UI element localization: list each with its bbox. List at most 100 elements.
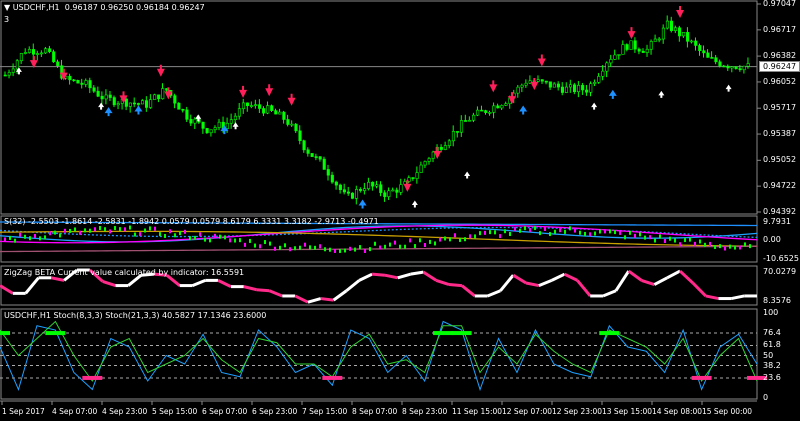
s32-bar xyxy=(224,235,226,240)
candle xyxy=(641,50,645,53)
s32-bar xyxy=(494,230,496,235)
candle xyxy=(189,119,193,124)
s32-bar xyxy=(724,246,726,251)
stoch-tick: 100 xyxy=(763,308,779,317)
candle xyxy=(617,54,621,56)
s32-bar xyxy=(74,227,76,232)
candle xyxy=(185,109,189,120)
candle xyxy=(330,174,334,183)
price-tick: 0.95052 xyxy=(763,155,797,165)
chart-title: ▼ USDCHF,H1 0.96187 0.96250 0.96184 0.96… xyxy=(4,3,205,12)
candle xyxy=(302,140,306,151)
sell-arrow-icon xyxy=(239,85,248,98)
s32-bar xyxy=(304,242,306,247)
time-tick: 4 Sep 07:00 xyxy=(52,407,98,416)
s32-bar xyxy=(689,237,691,242)
candle xyxy=(40,52,44,55)
buy-arrow-icon xyxy=(104,107,113,117)
candle xyxy=(76,79,80,84)
zigzag-segment xyxy=(563,272,579,282)
s32-bar xyxy=(519,228,521,233)
symbol-label: USDCHF,H1 xyxy=(12,3,60,12)
s32-bar xyxy=(569,226,571,231)
chart-canvas[interactable] xyxy=(0,0,800,421)
zigzag-segment xyxy=(627,269,643,282)
candle xyxy=(625,44,629,50)
s32-bar xyxy=(39,236,41,241)
candle xyxy=(714,57,718,63)
s32-bar xyxy=(744,242,746,247)
time-tick: 1 Sep 2017 xyxy=(2,407,45,416)
pane-frame-3 xyxy=(0,308,758,400)
s32-bar xyxy=(544,226,546,231)
candle xyxy=(359,189,363,191)
candle xyxy=(177,102,181,110)
s32-bar xyxy=(499,234,501,239)
s32-tick: -10.6525 xyxy=(763,254,799,263)
candle xyxy=(746,63,750,67)
s32-bar xyxy=(629,230,631,235)
s32-bar xyxy=(104,227,106,232)
candle xyxy=(459,120,464,133)
candle xyxy=(201,121,205,129)
s32-bar xyxy=(654,238,656,243)
zigzag-segment xyxy=(0,284,14,295)
price-tick: 0.97047 xyxy=(763,0,797,8)
candle xyxy=(383,192,387,197)
candle xyxy=(282,111,286,120)
price-tick: 0.96717 xyxy=(763,24,797,34)
s32-bar xyxy=(559,228,561,233)
candle xyxy=(605,62,609,72)
candle xyxy=(72,79,76,82)
s32-bar xyxy=(644,235,646,240)
s32-signal-line xyxy=(0,225,758,243)
candle xyxy=(68,75,72,81)
s32-bar xyxy=(664,238,666,243)
candle xyxy=(609,59,613,64)
candle xyxy=(108,94,112,98)
candle xyxy=(205,128,209,134)
s32-bar xyxy=(444,236,446,241)
candle xyxy=(157,94,161,100)
zigzag-tick: 8.3576 xyxy=(763,296,791,305)
current-price-label: 0.96247 xyxy=(759,61,800,72)
s32-bar xyxy=(714,245,716,250)
zigzag-segment xyxy=(460,284,476,298)
s32-bar xyxy=(694,241,696,246)
candle xyxy=(3,74,7,77)
stoch-line xyxy=(0,320,758,383)
zigzag-segment xyxy=(512,273,527,285)
price-tick: 0.95717 xyxy=(763,103,797,113)
s32-bar xyxy=(49,231,51,236)
candle xyxy=(649,41,653,50)
s32-bar xyxy=(439,237,441,242)
candle xyxy=(536,79,540,82)
s32-bar xyxy=(594,231,596,236)
s32-bar xyxy=(79,230,81,235)
candle xyxy=(645,48,649,53)
s32-bar xyxy=(54,230,56,235)
candle xyxy=(573,84,577,93)
candle xyxy=(476,109,480,116)
s32-bar xyxy=(44,235,46,240)
candle xyxy=(468,119,472,122)
s32-bar xyxy=(274,246,276,251)
time-tick: 13 Sep 15:00 xyxy=(602,407,653,416)
candle xyxy=(661,27,665,40)
s32-bar xyxy=(414,244,416,249)
candle xyxy=(124,98,128,107)
s32-bar xyxy=(229,238,231,243)
zigzag-segment xyxy=(268,289,283,298)
candle xyxy=(443,145,447,150)
zigzag-segment xyxy=(320,297,334,302)
time-tick: 8 Sep 23:00 xyxy=(402,407,448,416)
candle xyxy=(44,48,48,54)
s32-bar xyxy=(154,226,156,231)
time-tick: 12 Sep 23:00 xyxy=(552,407,603,416)
candle xyxy=(447,140,451,146)
s32-bar xyxy=(184,229,186,234)
s32-bar xyxy=(349,246,351,251)
s32-bar xyxy=(174,233,176,238)
candle xyxy=(524,82,528,86)
zigzag-segment xyxy=(397,272,411,280)
